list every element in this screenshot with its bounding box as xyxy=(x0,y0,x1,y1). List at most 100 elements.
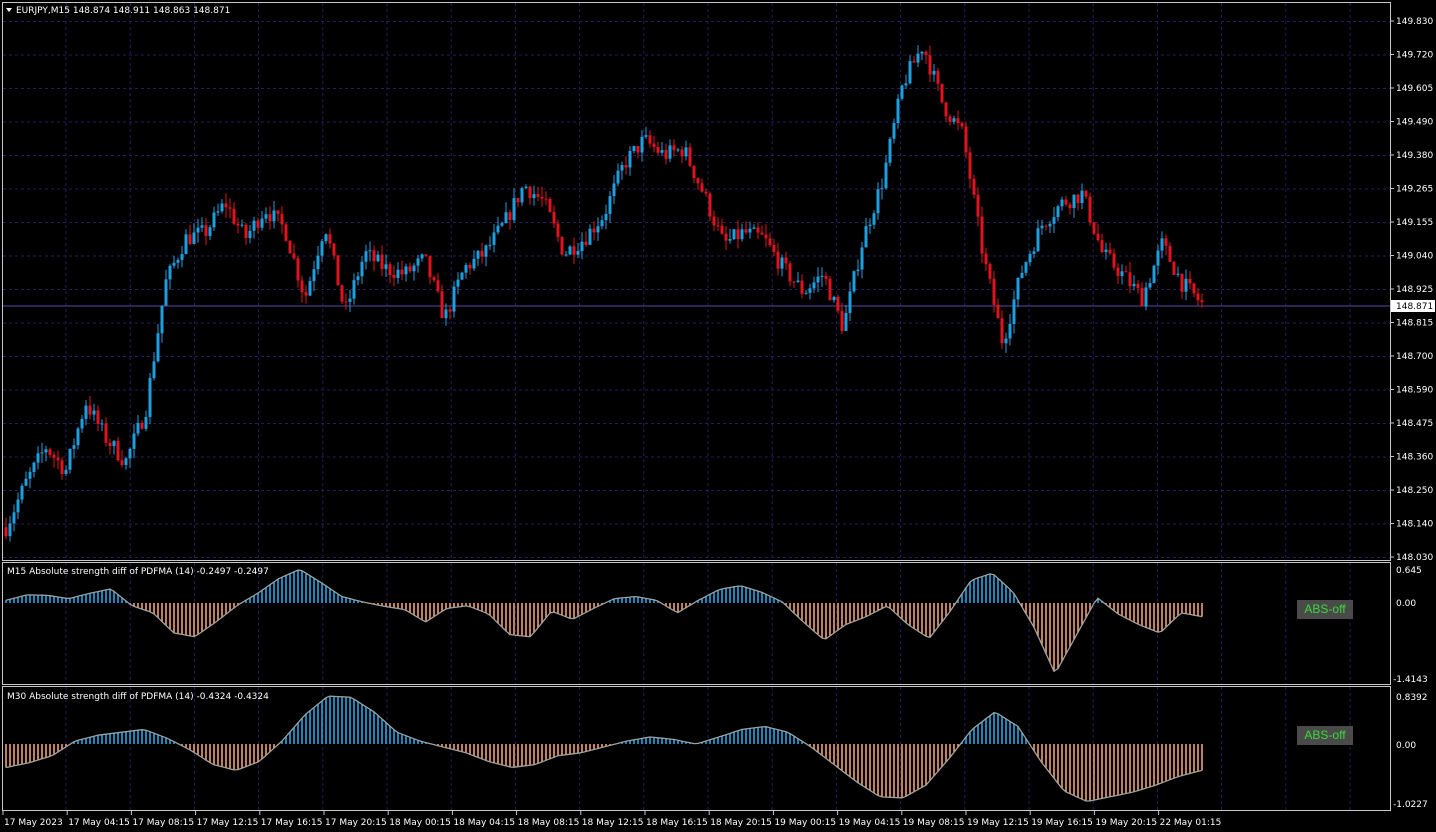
candle-body xyxy=(524,186,528,189)
candle-body xyxy=(784,257,788,264)
candle-body xyxy=(1156,250,1160,266)
candle-body xyxy=(952,118,956,122)
candle-body xyxy=(704,191,708,194)
candle-body xyxy=(180,253,184,260)
candle-body xyxy=(1112,253,1116,268)
candle-body xyxy=(644,135,648,137)
candle-body xyxy=(1132,283,1136,287)
candle-body xyxy=(1164,238,1168,246)
time-tick-label: 18 May 00:15 xyxy=(389,818,451,828)
candle-body xyxy=(748,228,752,233)
candle-body xyxy=(540,196,544,199)
candle-body xyxy=(1172,261,1176,275)
candle-body xyxy=(920,51,924,54)
candle-body xyxy=(1016,277,1020,300)
candle-body xyxy=(468,264,472,269)
candle-body xyxy=(792,281,796,283)
candle-body xyxy=(544,198,548,200)
candle-body xyxy=(568,246,572,255)
candle-body xyxy=(268,214,272,222)
candle-body xyxy=(832,296,836,301)
time-tick-label: 17 May 04:15 xyxy=(68,818,130,828)
chart-grid xyxy=(3,3,1390,810)
candle-body xyxy=(132,433,136,449)
candle-body xyxy=(1108,249,1112,254)
candle-body xyxy=(712,216,716,226)
candle-body xyxy=(592,228,596,233)
candle-body xyxy=(700,183,704,192)
candle-body xyxy=(1044,225,1048,227)
candle-body xyxy=(596,226,600,233)
candle-body xyxy=(420,254,424,259)
candle-body xyxy=(168,265,172,280)
time-tick-label: 19 May 20:15 xyxy=(1095,818,1157,828)
candle-body xyxy=(456,279,460,287)
candle-body xyxy=(272,210,276,222)
indicator-line xyxy=(5,695,1203,802)
candle-body xyxy=(1032,251,1036,254)
panel-borders xyxy=(2,2,1391,811)
candle-body xyxy=(800,280,804,294)
price-tick-label: 148.475 xyxy=(1396,419,1433,429)
candle-body xyxy=(556,223,560,237)
price-tick-label: 149.720 xyxy=(1396,51,1433,61)
candle-body xyxy=(84,405,88,419)
candle-body xyxy=(532,194,536,199)
abs-off-button-2[interactable]: ABS-off xyxy=(1297,726,1353,745)
time-axis: 17 May 2023 17 May 04:15 17 May 08:15 17 Ma… xyxy=(2,811,1221,828)
abs-off-button-1[interactable]: ABS-off xyxy=(1297,600,1353,619)
candle-body xyxy=(416,258,420,266)
candle-body xyxy=(196,227,200,233)
candle-body xyxy=(660,150,664,153)
indicator1-tick-bottom: -1.4143 xyxy=(1393,675,1428,685)
candle-body xyxy=(44,449,48,453)
candle-body xyxy=(1088,196,1092,223)
candle-body xyxy=(636,146,640,153)
candle-body xyxy=(464,264,468,273)
candle-body xyxy=(1136,283,1140,289)
candle-body xyxy=(36,453,40,463)
candle-body xyxy=(816,276,820,283)
candle-body xyxy=(1116,267,1120,276)
time-tick-label: 19 May 00:15 xyxy=(774,818,836,828)
candle-body xyxy=(548,198,552,212)
candle-body xyxy=(844,312,848,331)
candle-body xyxy=(860,247,864,270)
candle-body xyxy=(228,207,232,209)
chart-canvas[interactable]: EURJPY,M15 148.874 148.911 148.863 148.8… xyxy=(0,0,1436,832)
candle-body xyxy=(380,254,384,269)
candle-body xyxy=(780,257,784,269)
candle-body xyxy=(128,448,132,459)
candle-body xyxy=(1152,265,1156,284)
candle-body xyxy=(444,309,448,319)
time-tick-label: 18 May 20:15 xyxy=(710,818,772,828)
candle-body xyxy=(140,422,144,429)
price-tick-label: 149.040 xyxy=(1396,252,1433,262)
candle-body xyxy=(1188,278,1192,284)
candle-body xyxy=(756,227,760,233)
candle-body xyxy=(452,286,456,312)
dropdown-triangle-icon[interactable] xyxy=(6,8,12,12)
candle-body xyxy=(880,188,884,190)
candle-body xyxy=(824,275,828,279)
candle-body xyxy=(24,478,28,486)
candle-body xyxy=(332,243,336,256)
price-tick-label: 148.360 xyxy=(1396,453,1433,463)
candle-body xyxy=(1012,299,1016,324)
candle-body xyxy=(484,245,488,257)
candle-body xyxy=(64,469,68,474)
candle-body xyxy=(892,123,896,139)
candle-body xyxy=(604,213,608,221)
candle-body xyxy=(496,225,500,233)
candle-body xyxy=(916,53,920,63)
candle-body xyxy=(1100,240,1104,252)
candle-body xyxy=(220,203,224,212)
candle-body xyxy=(116,441,120,461)
time-tick-label: 17 May 08:15 xyxy=(132,818,194,828)
candle-body xyxy=(304,292,308,296)
candle-body xyxy=(812,282,816,289)
candle-body xyxy=(300,280,304,293)
candle-body xyxy=(408,266,412,272)
candle-body xyxy=(848,291,852,313)
candle-body xyxy=(648,135,652,144)
